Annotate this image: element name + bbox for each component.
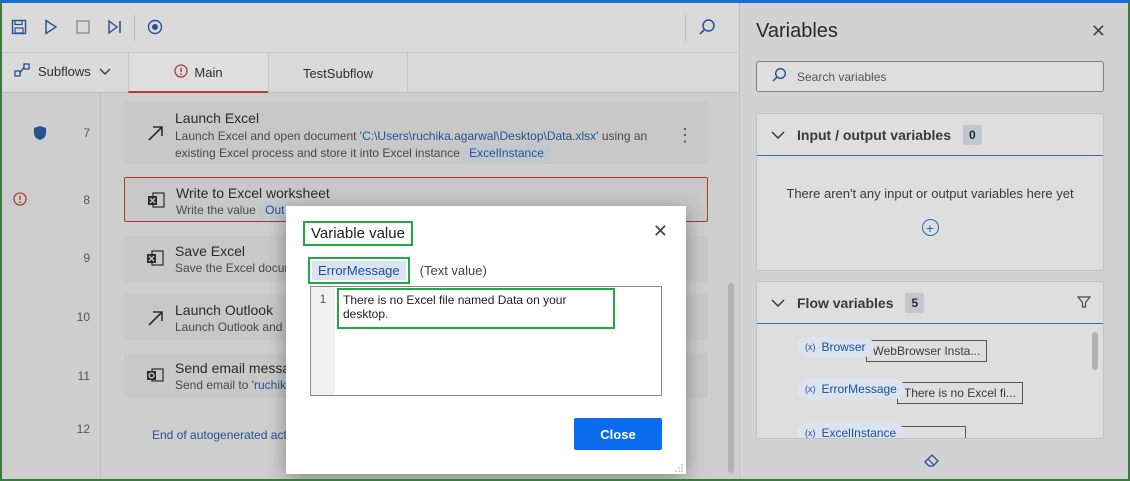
- variable-value-dialog: Variable value ✕ ErrorMessage (Text valu…: [286, 206, 686, 474]
- line-number: 1: [311, 287, 335, 395]
- dialog-variable-info: ErrorMessage (Text value): [308, 257, 487, 284]
- variable-type-label: (Text value): [419, 263, 487, 278]
- variable-chip: (x) ExcelInstance: [797, 423, 905, 438]
- variable-chip: (x) ErrorMessage: [797, 379, 905, 399]
- variable-value-text: There is no Excel file named Data on you…: [337, 288, 615, 329]
- close-icon[interactable]: ✕: [653, 221, 668, 242]
- variable-name-chip: ErrorMessage: [308, 257, 410, 284]
- app-window: Subflows Main TestSubflow 7 8 9 10 11 12: [0, 0, 1130, 481]
- variable-value-textbox[interactable]: 1 There is no Excel file named Data on y…: [310, 286, 662, 396]
- variable-chip: (x) Browser: [797, 337, 874, 357]
- close-button[interactable]: Close: [574, 418, 662, 450]
- dialog-title: Variable value: [303, 221, 413, 246]
- resize-grip-icon[interactable]: [674, 462, 684, 472]
